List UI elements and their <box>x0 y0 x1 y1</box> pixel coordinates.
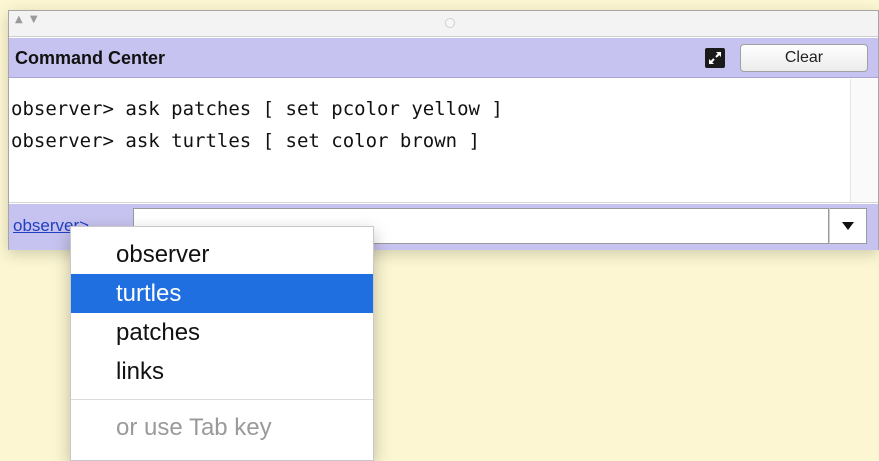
triangle-down-icon <box>842 222 854 230</box>
expand-button[interactable] <box>705 48 725 68</box>
menu-item-links[interactable]: links <box>71 352 373 391</box>
menu-item-observer[interactable]: observer <box>71 235 373 274</box>
menu-separator <box>71 399 373 400</box>
agent-type-menu: observer turtles patches links or use Ta… <box>70 226 374 461</box>
output-line: observer> ask patches [ set pcolor yello… <box>11 98 503 120</box>
history-dropdown-button[interactable] <box>829 208 867 244</box>
command-center-title: Command Center <box>15 48 166 68</box>
split-arrows-icon[interactable]: ▲ ▼ <box>15 14 40 25</box>
output-scrollbar[interactable] <box>850 79 878 202</box>
output-line: observer> ask turtles [ set color brown … <box>11 130 480 152</box>
menu-item-turtles[interactable]: turtles <box>71 274 373 313</box>
menu-item-patches[interactable]: patches <box>71 313 373 352</box>
clear-button[interactable]: Clear <box>740 44 868 72</box>
command-center-window: ▲ ▼ Command Center Clear observer> ask p… <box>8 10 879 250</box>
expand-icon <box>708 51 722 65</box>
pane-splitter[interactable]: ▲ ▼ <box>9 11 878 37</box>
menu-hint: or use Tab key <box>116 414 272 441</box>
command-center-titlebar: Command Center Clear <box>9 38 878 78</box>
command-output: observer> ask patches [ set pcolor yello… <box>9 79 878 203</box>
splitter-grip-icon[interactable] <box>445 18 455 28</box>
